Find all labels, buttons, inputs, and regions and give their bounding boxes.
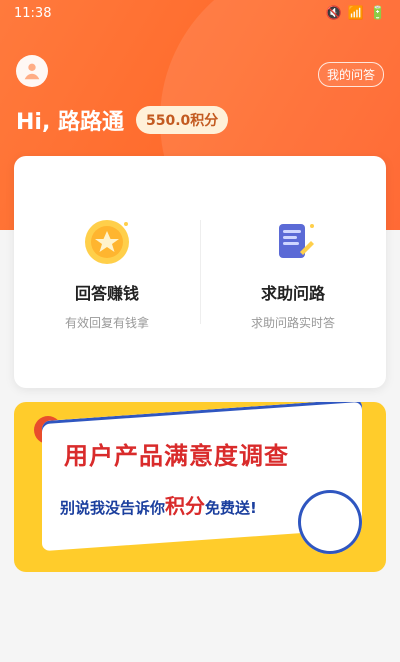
survey-subtitle: 别说我没告诉你积分免费送! <box>60 490 257 519</box>
answer-earn-title: 回答赚钱 <box>74 284 139 303</box>
status-time: 11:38 <box>14 6 52 21</box>
status-icons: 🔇 📶 🔋 <box>325 6 386 21</box>
survey-banner[interactable]: ♥ 用户产品满意度调查 别说我没告诉你积分免费送! <box>14 402 386 572</box>
survey-subtitle-points: 积分 <box>165 494 206 518</box>
points-badge: 550.0积分 <box>136 106 229 134</box>
main-card: 回答赚钱 有效回复有钱拿 求助问路 求助问路实时答 <box>14 156 386 388</box>
battery-icon: 🔋 <box>369 6 386 21</box>
greeting: Hi, 路路通 <box>16 110 124 135</box>
ask-route-entry[interactable]: 求助问路 求助问路实时答 <box>200 216 386 331</box>
coin-icon <box>81 216 133 268</box>
wifi-icon: 📶 <box>347 6 364 21</box>
status-bar: 11:38 🔇 📶 🔋 <box>0 0 400 28</box>
user-icon <box>24 63 40 80</box>
my-qa-button[interactable]: 我的问答 <box>317 62 384 87</box>
pointing-hand-icon <box>298 490 362 554</box>
answer-earn-subtitle: 有效回复有钱拿 <box>64 316 149 330</box>
survey-title: 用户产品满意度调查 <box>64 442 289 470</box>
ask-route-title: 求助问路 <box>260 284 325 303</box>
answer-earn-entry[interactable]: 回答赚钱 有效回复有钱拿 <box>14 216 200 331</box>
mute-icon: 🔇 <box>325 6 342 21</box>
ask-route-subtitle: 求助问路实时答 <box>250 316 335 330</box>
survey-subtitle-prefix: 别说我没告诉你 <box>60 499 166 517</box>
document-pencil-icon <box>267 216 319 268</box>
avatar[interactable] <box>16 55 48 87</box>
survey-subtitle-suffix: 免费送! <box>205 499 257 517</box>
